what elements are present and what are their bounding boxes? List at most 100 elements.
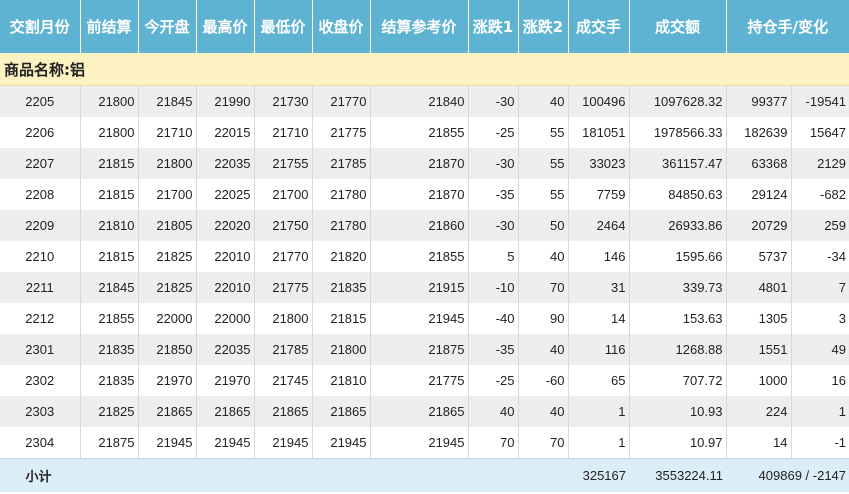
cell-settle-ref: 21865 bbox=[370, 396, 469, 427]
cell-high: 22035 bbox=[196, 334, 255, 365]
cell-change1: -30 bbox=[468, 85, 519, 117]
cell-change1: -35 bbox=[468, 334, 519, 365]
cell-open-interest: 224 bbox=[726, 396, 792, 427]
cell-open-interest: 14 bbox=[726, 427, 792, 459]
header-settle-ref[interactable]: 结算参考价 bbox=[370, 0, 469, 53]
cell-high: 22015 bbox=[196, 117, 255, 148]
cell-change1: 70 bbox=[468, 427, 519, 459]
cell-high: 22000 bbox=[196, 303, 255, 334]
table-row: 2205 21800 21845 21990 21730 21770 21840 -30 40 1… bbox=[0, 85, 849, 117]
cell-change1: -25 bbox=[468, 365, 519, 396]
cell-change1: -10 bbox=[468, 272, 519, 303]
header-open-interest[interactable]: 持仓手/变化 bbox=[726, 0, 849, 53]
header-high[interactable]: 最高价 bbox=[196, 0, 255, 53]
cell-turnover: 10.97 bbox=[629, 427, 727, 459]
cell-close: 21810 bbox=[312, 365, 371, 396]
cell-oi-change: 49 bbox=[791, 334, 849, 365]
cell-open: 21800 bbox=[138, 148, 197, 179]
cell-turnover: 1978566.33 bbox=[629, 117, 727, 148]
cell-open: 21700 bbox=[138, 179, 197, 210]
cell-change1: 40 bbox=[468, 396, 519, 427]
cell-high: 21970 bbox=[196, 365, 255, 396]
header-delivery-month[interactable]: 交割月份 bbox=[0, 0, 81, 53]
header-row: 交割月份 前结算 今开盘 最高价 最低价 收盘价 结算参考价 涨跌1 涨跌2 成… bbox=[0, 0, 849, 53]
cell-close: 21785 bbox=[312, 148, 371, 179]
cell-settle-ref: 21915 bbox=[370, 272, 469, 303]
subtotal-spacer bbox=[80, 458, 568, 492]
header-prev-settle[interactable]: 前结算 bbox=[80, 0, 139, 53]
cell-month: 2303 bbox=[0, 396, 81, 427]
cell-settle-ref: 21855 bbox=[370, 117, 469, 148]
cell-prev-settle: 21835 bbox=[80, 334, 139, 365]
cell-oi-change: 15647 bbox=[791, 117, 849, 148]
cell-low: 21750 bbox=[254, 210, 313, 241]
cell-high: 22035 bbox=[196, 148, 255, 179]
cell-close: 21780 bbox=[312, 179, 371, 210]
cell-volume: 7759 bbox=[568, 179, 630, 210]
table-row: 2302 21835 21970 21970 21745 21810 21775 -25 -60… bbox=[0, 365, 849, 396]
cell-high: 21865 bbox=[196, 396, 255, 427]
cell-close: 21800 bbox=[312, 334, 371, 365]
cell-prev-settle: 21815 bbox=[80, 179, 139, 210]
header-volume[interactable]: 成交手 bbox=[568, 0, 630, 53]
cell-prev-settle: 21825 bbox=[80, 396, 139, 427]
cell-change1: -40 bbox=[468, 303, 519, 334]
cell-open-interest: 5737 bbox=[726, 241, 792, 272]
cell-low: 21745 bbox=[254, 365, 313, 396]
cell-turnover: 1595.66 bbox=[629, 241, 727, 272]
header-turnover[interactable]: 成交额 bbox=[629, 0, 727, 53]
cell-open: 21710 bbox=[138, 117, 197, 148]
cell-settle-ref: 21870 bbox=[370, 148, 469, 179]
cell-turnover: 10.93 bbox=[629, 396, 727, 427]
header-close[interactable]: 收盘价 bbox=[312, 0, 371, 53]
header-change1[interactable]: 涨跌1 bbox=[468, 0, 519, 53]
cell-close: 21770 bbox=[312, 85, 371, 117]
cell-change2: 40 bbox=[518, 396, 569, 427]
cell-prev-settle: 21800 bbox=[80, 85, 139, 117]
cell-low: 21775 bbox=[254, 272, 313, 303]
cell-low: 21755 bbox=[254, 148, 313, 179]
table-row: 2206 21800 21710 22015 21710 21775 21855 -25 55 1… bbox=[0, 117, 849, 148]
cell-change1: -30 bbox=[468, 210, 519, 241]
cell-month: 2302 bbox=[0, 365, 81, 396]
header-change2[interactable]: 涨跌2 bbox=[518, 0, 569, 53]
cell-volume: 65 bbox=[568, 365, 630, 396]
cell-open-interest: 20729 bbox=[726, 210, 792, 241]
cell-change2: 40 bbox=[518, 85, 569, 117]
cell-volume: 31 bbox=[568, 272, 630, 303]
cell-prev-settle: 21810 bbox=[80, 210, 139, 241]
cell-open: 21845 bbox=[138, 85, 197, 117]
cell-turnover: 1097628.32 bbox=[629, 85, 727, 117]
cell-month: 2304 bbox=[0, 427, 81, 459]
cell-settle-ref: 21840 bbox=[370, 85, 469, 117]
cell-prev-settle: 21845 bbox=[80, 272, 139, 303]
cell-change1: -35 bbox=[468, 179, 519, 210]
cell-change2: 55 bbox=[518, 148, 569, 179]
cell-prev-settle: 21835 bbox=[80, 365, 139, 396]
cell-change2: 55 bbox=[518, 117, 569, 148]
cell-volume: 116 bbox=[568, 334, 630, 365]
header-low[interactable]: 最低价 bbox=[254, 0, 313, 53]
cell-oi-change: 2129 bbox=[791, 148, 849, 179]
table-row: 2212 21855 22000 22000 21800 21815 21945 -40 90 1… bbox=[0, 303, 849, 334]
header-open[interactable]: 今开盘 bbox=[138, 0, 197, 53]
cell-change2: 70 bbox=[518, 272, 569, 303]
cell-oi-change: -1 bbox=[791, 427, 849, 459]
cell-close: 21775 bbox=[312, 117, 371, 148]
cell-close: 21865 bbox=[312, 396, 371, 427]
cell-open: 21970 bbox=[138, 365, 197, 396]
cell-change2: 40 bbox=[518, 241, 569, 272]
subtotal-turnover: 3553224.11 bbox=[629, 458, 726, 492]
cell-open-interest: 1551 bbox=[726, 334, 792, 365]
cell-change1: 5 bbox=[468, 241, 519, 272]
cell-change2: 40 bbox=[518, 334, 569, 365]
cell-change1: -30 bbox=[468, 148, 519, 179]
cell-close: 21815 bbox=[312, 303, 371, 334]
table-row: 2209 21810 21805 22020 21750 21780 21860 -30 50 2… bbox=[0, 210, 849, 241]
cell-prev-settle: 21875 bbox=[80, 427, 139, 459]
cell-prev-settle: 21815 bbox=[80, 148, 139, 179]
cell-open-interest: 1000 bbox=[726, 365, 792, 396]
cell-month: 2208 bbox=[0, 179, 81, 210]
cell-open-interest: 182639 bbox=[726, 117, 792, 148]
cell-turnover: 361157.47 bbox=[629, 148, 727, 179]
